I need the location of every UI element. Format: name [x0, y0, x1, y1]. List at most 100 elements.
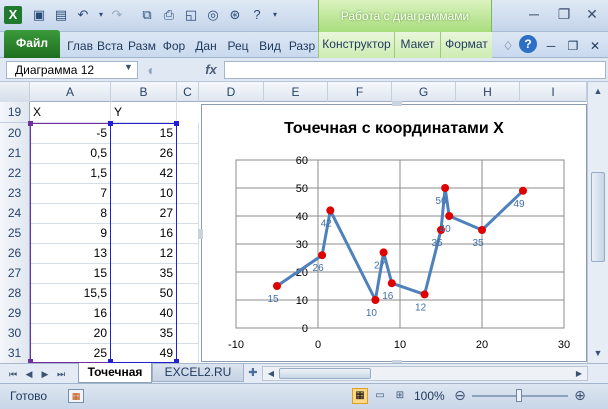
tab-insert[interactable]: Вста: [96, 36, 124, 58]
tab-design[interactable]: Конструктор: [318, 32, 394, 58]
scroll-up-icon[interactable]: ▲: [591, 84, 605, 98]
column-header-g[interactable]: G: [392, 82, 456, 102]
cell-y[interactable]: 26: [111, 143, 177, 164]
ribbon-collapse-icon[interactable]: ♢: [500, 36, 516, 58]
row-header[interactable]: 25: [0, 223, 30, 244]
chart-plot[interactable]: Точечная с координатами X 0 10 20 30 40 50 60 -…: [202, 105, 586, 361]
row-header[interactable]: 31: [0, 343, 30, 364]
minimize-icon[interactable]: ─: [520, 4, 548, 24]
data-label[interactable]: 10: [366, 308, 378, 319]
column-header-e[interactable]: E: [264, 82, 328, 102]
cell-x-header[interactable]: X: [30, 102, 111, 123]
cell-x[interactable]: -5: [30, 123, 111, 144]
undo-icon[interactable]: ↶: [74, 6, 92, 24]
data-point[interactable]: [387, 279, 396, 288]
column-header-a[interactable]: A: [30, 82, 111, 102]
insert-sheet-icon[interactable]: ✚: [246, 366, 260, 380]
row-header[interactable]: 19: [0, 102, 30, 123]
ribbon-minimize-icon[interactable]: ─: [542, 36, 560, 58]
cell-y[interactable]: 49: [111, 343, 177, 364]
zoom-in-icon[interactable]: ⊕: [572, 387, 588, 403]
next-sheet-icon[interactable]: ▶: [38, 367, 52, 381]
data-label[interactable]: 27: [374, 260, 386, 271]
cell-x[interactable]: 15,5: [30, 283, 111, 304]
tab-data[interactable]: Дан: [192, 36, 220, 58]
data-point[interactable]: [371, 296, 380, 304]
ribbon-close-icon[interactable]: ✕: [586, 36, 604, 58]
prev-sheet-icon[interactable]: ◀: [22, 367, 36, 381]
column-header-c[interactable]: C: [177, 82, 199, 102]
cell-x[interactable]: 20: [30, 323, 111, 344]
tab-review[interactable]: Рец: [223, 36, 253, 58]
copy-icon[interactable]: ⧉: [138, 6, 156, 24]
column-header-h[interactable]: H: [456, 82, 520, 102]
row-header[interactable]: 27: [0, 263, 30, 284]
tab-format[interactable]: Формат: [440, 32, 492, 58]
column-header-d[interactable]: D: [199, 82, 264, 102]
row-header[interactable]: 30: [0, 323, 30, 344]
formula-input[interactable]: [224, 61, 606, 79]
zoom-level[interactable]: 100%: [414, 389, 445, 403]
chart-resize-handle[interactable]: [392, 101, 402, 106]
close-icon[interactable]: ✕: [578, 4, 606, 24]
cell-y[interactable]: 42: [111, 163, 177, 184]
cell-y[interactable]: 10: [111, 183, 177, 204]
restore-icon[interactable]: ❐: [550, 4, 578, 24]
data-label[interactable]: 16: [382, 291, 394, 302]
tab-file[interactable]: Файл: [4, 30, 60, 58]
data-label[interactable]: 15: [267, 294, 279, 305]
normal-view-icon[interactable]: ▦: [352, 388, 368, 404]
row-header[interactable]: 28: [0, 283, 30, 304]
insert-function-button[interactable]: fx: [200, 60, 222, 80]
zoom-out-icon[interactable]: ⊖: [452, 387, 468, 403]
cell-x[interactable]: 0,5: [30, 143, 111, 164]
cell-empty[interactable]: [177, 303, 199, 324]
row-header[interactable]: 26: [0, 243, 30, 264]
cell-x[interactable]: 16: [30, 303, 111, 324]
cell-empty[interactable]: [177, 143, 199, 164]
chart-resize-handle[interactable]: [198, 229, 203, 239]
zoom-slider-thumb[interactable]: [516, 389, 522, 402]
tab-view[interactable]: Вид: [256, 36, 284, 58]
sheet-tab-active[interactable]: Точечная: [78, 363, 152, 383]
tab-developer[interactable]: Разр: [287, 36, 317, 58]
tab-formulas[interactable]: Фор: [159, 36, 189, 58]
column-header-f[interactable]: F: [328, 82, 392, 102]
range-handle[interactable]: [174, 121, 179, 126]
data-label[interactable]: 49: [513, 199, 525, 210]
row-header[interactable]: 20: [0, 123, 30, 144]
data-label[interactable]: 50: [436, 196, 448, 207]
cell-y[interactable]: 27: [111, 203, 177, 224]
cell-empty[interactable]: [177, 263, 199, 284]
cell-empty[interactable]: [177, 163, 199, 184]
help-icon[interactable]: ?: [519, 35, 537, 53]
range-handle[interactable]: [108, 121, 113, 126]
cell-y[interactable]: 50: [111, 283, 177, 304]
last-sheet-icon[interactable]: ⏭: [54, 367, 68, 381]
row-header[interactable]: 24: [0, 203, 30, 224]
cell-empty[interactable]: [177, 223, 199, 244]
tab-home[interactable]: Глав: [66, 36, 94, 58]
data-point[interactable]: [441, 184, 450, 192]
cell-x[interactable]: 15: [30, 263, 111, 284]
save-icon[interactable]: ▣: [30, 6, 48, 24]
cell-x[interactable]: 9: [30, 223, 111, 244]
cell-empty[interactable]: [177, 243, 199, 264]
cell-y[interactable]: 35: [111, 263, 177, 284]
scroll-left-icon[interactable]: ◀: [265, 368, 277, 380]
scroll-down-icon[interactable]: ▼: [591, 346, 605, 360]
column-header-b[interactable]: B: [111, 82, 177, 102]
page-layout-view-icon[interactable]: ▭: [372, 388, 388, 404]
cell-y-header[interactable]: Y: [111, 102, 177, 123]
range-handle[interactable]: [28, 121, 33, 126]
column-header-i[interactable]: I: [520, 82, 587, 102]
cell-empty[interactable]: [177, 183, 199, 204]
data-label[interactable]: 35: [431, 238, 443, 249]
first-sheet-icon[interactable]: ⏮: [6, 367, 20, 381]
cell-y[interactable]: 15: [111, 123, 177, 144]
row-header[interactable]: 22: [0, 163, 30, 184]
cell-x[interactable]: 25: [30, 343, 111, 364]
data-point[interactable]: [519, 186, 527, 195]
cell-y[interactable]: 12: [111, 243, 177, 264]
spelling-icon[interactable]: ◎: [204, 6, 222, 24]
